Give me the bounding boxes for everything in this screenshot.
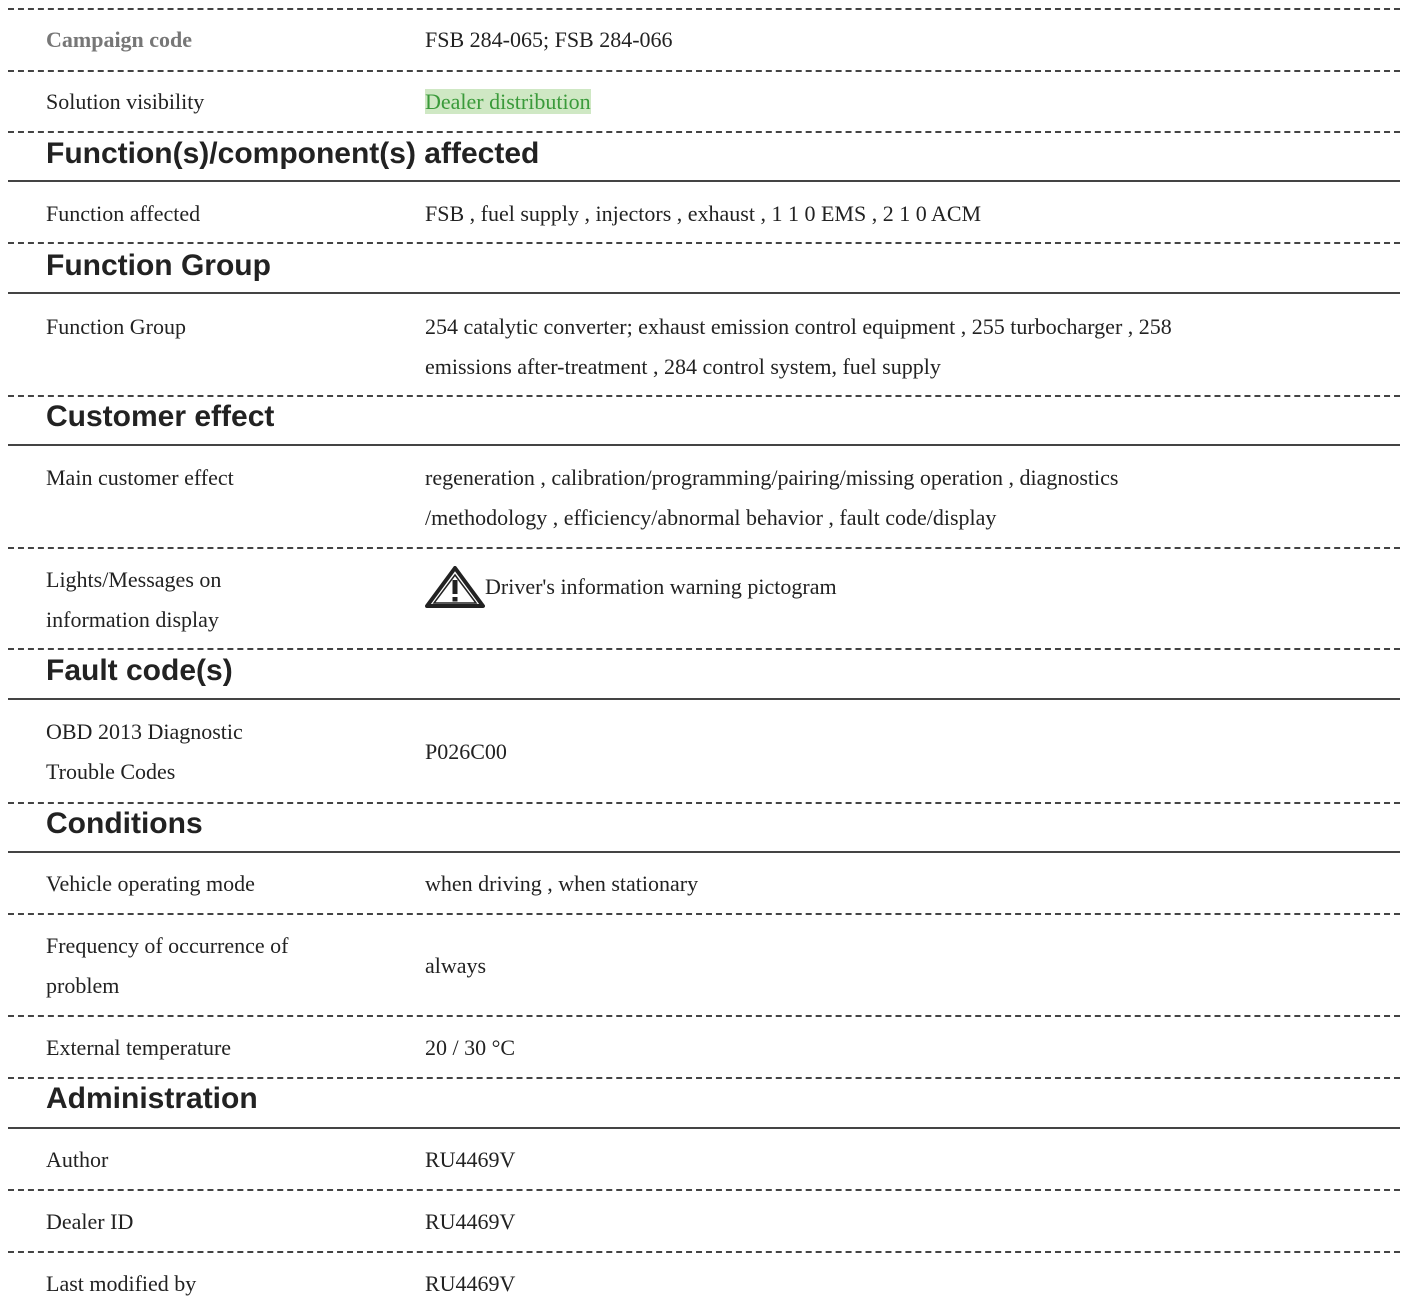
frequency-label-line: problem	[46, 973, 120, 998]
main-customer-effect-label: Main customer effect	[46, 465, 234, 490]
row-divider	[8, 131, 1400, 133]
main-customer-effect-value-line: regeneration , calibration/programming/p…	[425, 465, 1119, 490]
obd-value: P026C00	[425, 739, 507, 764]
section-rule	[8, 444, 1400, 446]
lights-messages-value: Driver's information warning pictogram	[425, 566, 837, 608]
author-label: Author	[46, 1147, 109, 1172]
solution-visibility-value-wrap: Dealer distribution	[425, 82, 591, 122]
main-customer-effect-value-line: /methodology , efficiency/abnormal behav…	[425, 505, 997, 530]
section-rule	[8, 698, 1400, 700]
row-divider	[8, 1015, 1400, 1017]
dealer-id-value: RU4469V	[425, 1209, 516, 1234]
vehicle-operating-mode-label: Vehicle operating mode	[46, 871, 255, 896]
frequency-label-line: Frequency of occurrence of	[46, 933, 289, 958]
row-divider	[8, 802, 1400, 804]
function-group-label: Function Group	[46, 314, 186, 339]
section-heading-conditions: Conditions	[46, 807, 203, 840]
obd-label-line: Trouble Codes	[46, 759, 176, 784]
external-temperature-label: External temperature	[46, 1035, 232, 1060]
obd-label-line: OBD 2013 Diagnostic	[46, 719, 243, 744]
external-temperature-value: 20 / 30 °C	[425, 1035, 516, 1060]
warning-triangle-icon	[425, 566, 485, 608]
last-modified-by-value: RU4469V	[425, 1271, 516, 1296]
frequency-label: Frequency of occurrence of problem	[46, 926, 288, 1006]
section-heading-function-group: Function Group	[46, 249, 271, 282]
dealer-id-label: Dealer ID	[46, 1209, 134, 1234]
solution-visibility-value: Dealer distribution	[425, 89, 591, 114]
last-modified-by-label: Last modified by	[46, 1271, 197, 1296]
function-group-value-line: 254 catalytic converter; exhaust emissio…	[425, 314, 1172, 339]
section-heading-administration: Administration	[46, 1082, 258, 1115]
main-customer-effect-value: regeneration , calibration/programming/p…	[425, 458, 1118, 538]
row-divider	[8, 242, 1400, 244]
section-heading-function-component: Function(s)/component(s) affected	[46, 137, 540, 170]
row-divider	[8, 1251, 1400, 1253]
author-value: RU4469V	[425, 1147, 516, 1172]
row-divider	[8, 70, 1400, 72]
campaign-code-value: FSB 284-065; FSB 284-066	[425, 27, 673, 52]
lights-messages-label-line: information display	[46, 607, 219, 632]
function-group-value-line: emissions after-treatment , 284 control …	[425, 354, 941, 379]
row-divider	[8, 913, 1400, 915]
solution-visibility-label: Solution visibility	[46, 89, 205, 114]
lights-messages-label-line: Lights/Messages on	[46, 567, 222, 592]
frequency-value: always	[425, 953, 487, 978]
lights-messages-label: Lights/Messages on information display	[46, 560, 221, 640]
row-divider	[8, 8, 1400, 10]
function-affected-label: Function affected	[46, 201, 201, 226]
vehicle-operating-mode-value: when driving , when stationary	[425, 871, 699, 896]
section-rule	[8, 851, 1400, 853]
lights-messages-value-text: Driver's information warning pictogram	[485, 574, 837, 599]
function-group-value: 254 catalytic converter; exhaust emissio…	[425, 307, 1172, 387]
row-divider	[8, 1189, 1400, 1191]
function-affected-value: FSB , fuel supply , injectors , exhaust …	[425, 201, 982, 226]
obd-label: OBD 2013 Diagnostic Trouble Codes	[46, 712, 243, 792]
section-rule	[8, 180, 1400, 182]
section-rule	[8, 1127, 1400, 1129]
section-heading-customer-effect: Customer effect	[46, 400, 275, 433]
section-rule	[8, 292, 1400, 294]
row-divider	[8, 648, 1400, 650]
row-divider	[8, 547, 1400, 549]
campaign-code-label: Campaign code	[46, 27, 193, 52]
section-heading-fault-codes: Fault code(s)	[46, 654, 233, 687]
